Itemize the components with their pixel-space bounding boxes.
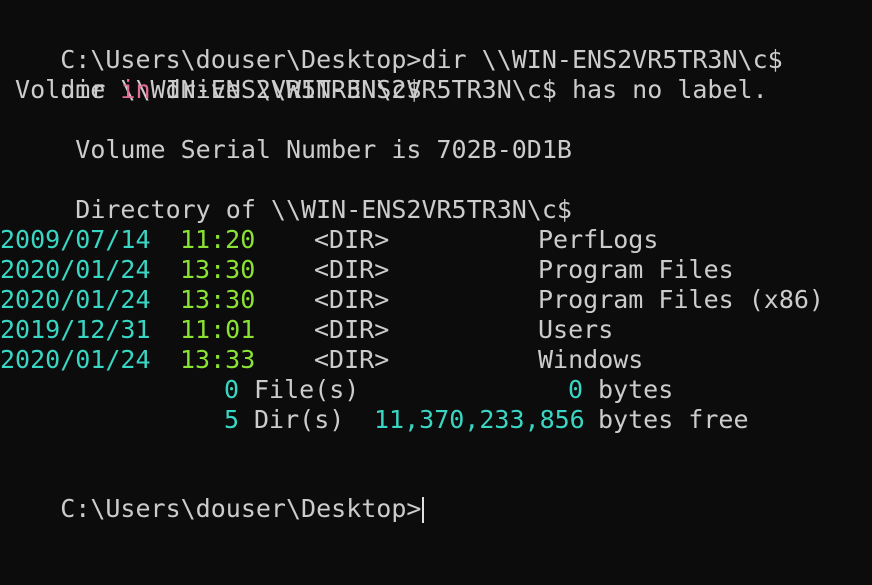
entry-name: Users: [538, 315, 614, 344]
bytes-label: bytes: [598, 375, 674, 404]
command-line: C:\Users\douser\Desktop>dir \\WIN-ENS2VR…: [0, 15, 782, 74]
text-cursor: [422, 497, 425, 523]
serial-text: Volume Serial Number is 702B-0D1B: [60, 135, 572, 164]
volume-label-line: Volume in drive \\WIN-ENS2VR5TR3N\c$ has…: [0, 75, 768, 105]
volume-post: drive \\WIN-ENS2VR5TR3N\c$ has no label.: [150, 75, 768, 104]
entry-type: <DIR>: [314, 255, 390, 284]
entry-date: 2020/01/24: [0, 255, 151, 284]
volume-pre: Volume: [0, 75, 121, 104]
entry-type: <DIR>: [314, 225, 390, 254]
entry-time: 13:33: [180, 345, 256, 374]
list-item: 2020/01/24 13:30 <DIR> Program Files: [0, 255, 872, 285]
list-item: 2019/12/31 11:01 <DIR> Users: [0, 315, 872, 345]
files-summary-line: 0 File(s) 0 bytes: [0, 375, 872, 405]
files-bytes: 0: [568, 375, 584, 404]
entry-date: 2020/01/24: [0, 285, 151, 314]
prompt-line[interactable]: C:\Users\douser\Desktop>: [0, 464, 425, 523]
list-item: 2020/01/24 13:33 <DIR> Windows: [0, 345, 872, 375]
entry-date: 2009/07/14: [0, 225, 151, 254]
entry-time: 11:20: [180, 225, 256, 254]
entry-type: <DIR>: [314, 345, 390, 374]
list-item: 2020/01/24 13:30 <DIR> Program Files (x8…: [0, 285, 872, 315]
serial-line: Volume Serial Number is 702B-0D1B: [0, 105, 572, 164]
free-bytes: 11,370,233,856: [374, 405, 585, 434]
entry-time: 11:01: [180, 315, 256, 344]
list-item: 2009/07/14 11:20 <DIR> PerfLogs: [0, 225, 872, 255]
entry-type: <DIR>: [314, 285, 390, 314]
directory-of-line: Directory of \\WIN-ENS2VR5TR3N\c$: [0, 165, 572, 224]
command-echo: dir \\WIN-ENS2VR5TR3N\c$: [0, 45, 421, 104]
entry-date: 2020/01/24: [0, 345, 151, 374]
entry-name: PerfLogs: [538, 225, 659, 254]
entry-date: 2019/12/31: [0, 315, 151, 344]
dirs-count: 5: [224, 405, 240, 434]
directory-of-text: Directory of \\WIN-ENS2VR5TR3N\c$: [60, 195, 572, 224]
terminal-window[interactable]: C:\Users\douser\Desktop> dir \\WIN-ENS2VR…: [0, 0, 872, 523]
entry-name: Windows: [538, 345, 644, 374]
entry-time: 13:30: [180, 285, 256, 314]
volume-keyword: in: [120, 75, 151, 104]
files-count: 0: [224, 375, 240, 404]
entry-name: Program Files: [538, 255, 734, 284]
free-label: bytes free: [598, 405, 749, 434]
entry-name: Program Files (x86): [538, 285, 824, 314]
dirs-summary-line: 5 Dir(s) 11,370,233,856 bytes free: [0, 405, 872, 435]
files-label: File(s): [254, 375, 360, 404]
dirs-label: Dir(s): [254, 405, 345, 434]
entry-type: <DIR>: [314, 315, 390, 344]
prompt-text: C:\Users\douser\Desktop>: [60, 494, 422, 523]
entry-time: 13:30: [180, 255, 256, 284]
